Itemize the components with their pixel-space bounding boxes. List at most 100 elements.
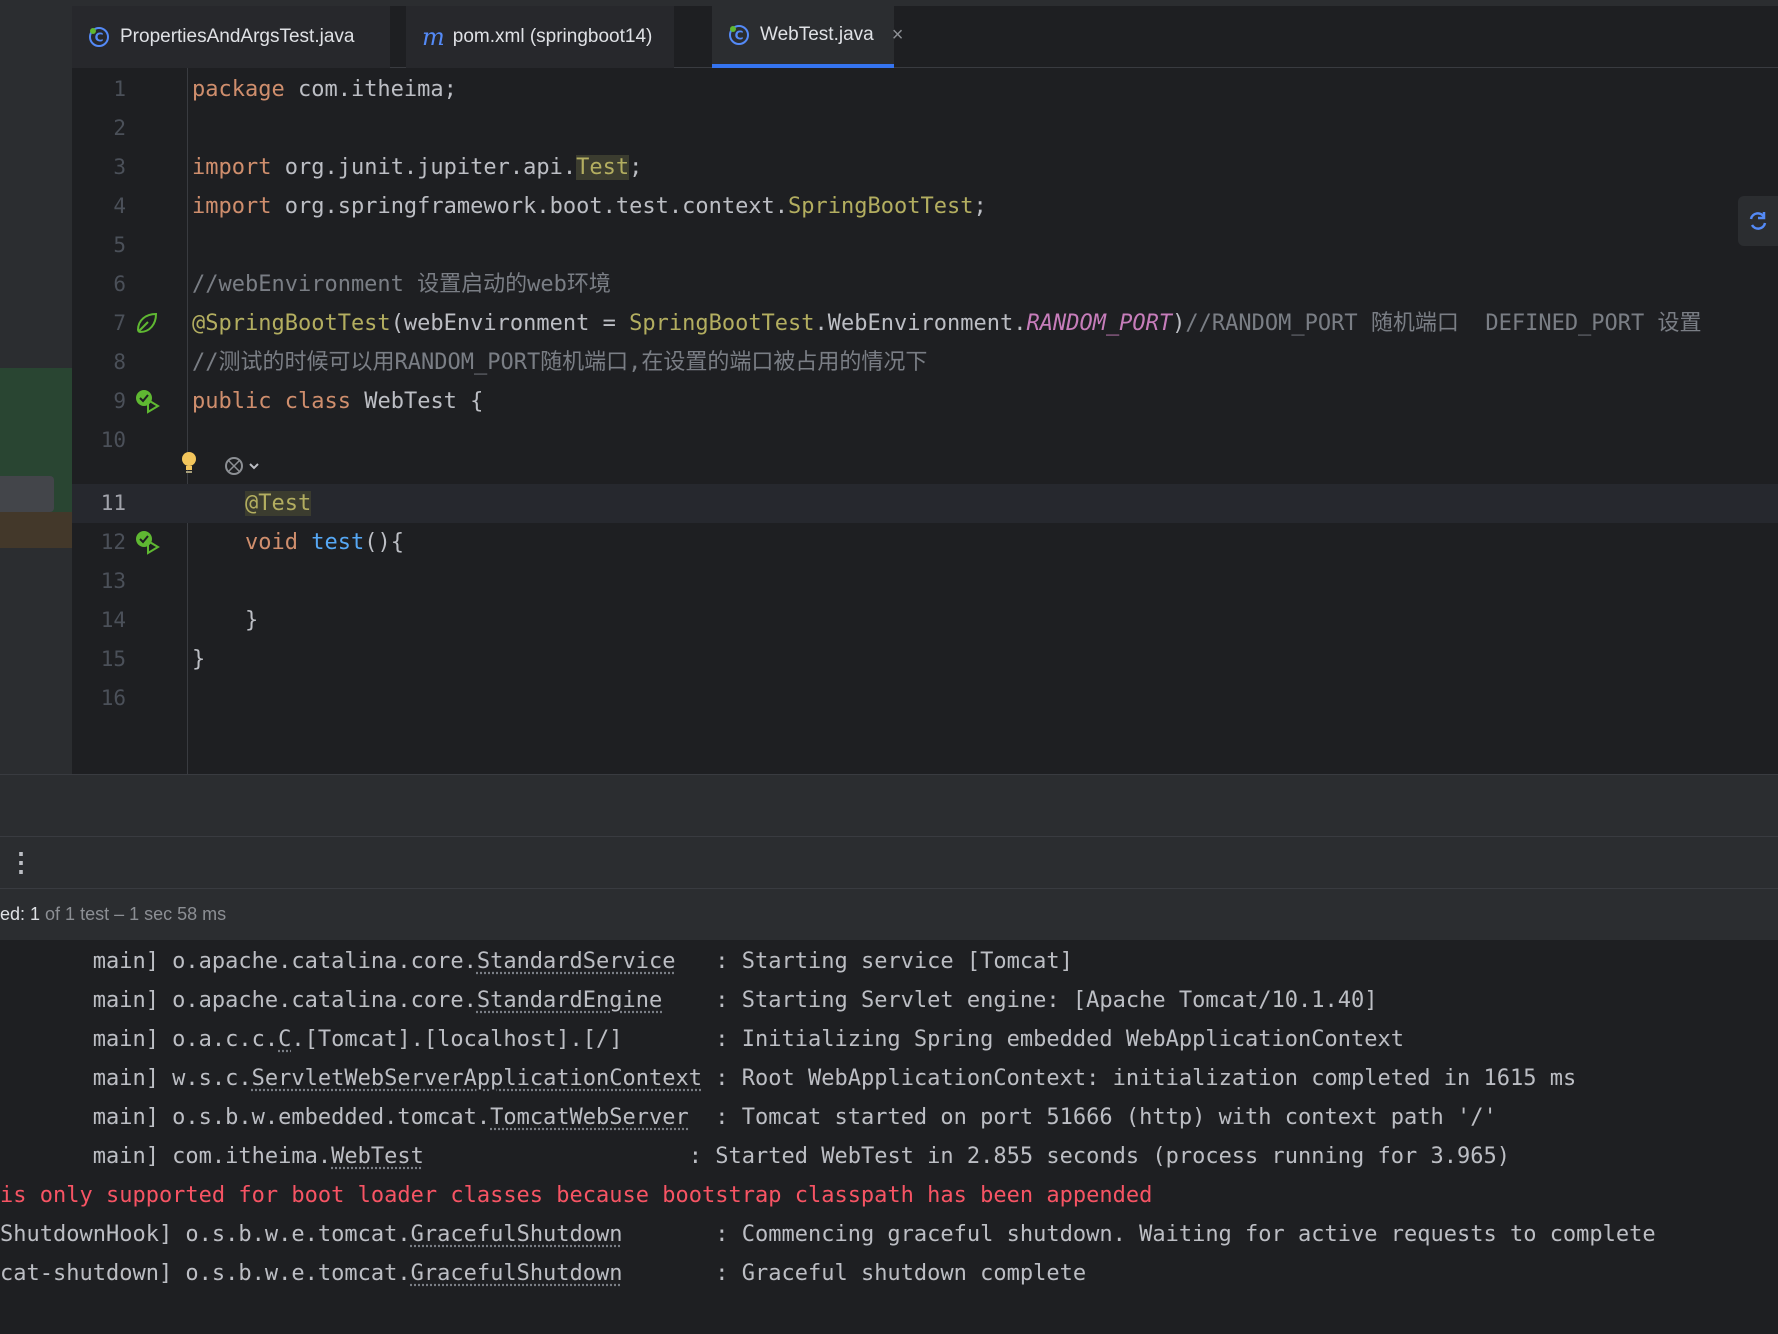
ai-actions-icon[interactable] [224, 454, 264, 483]
passed-count: 1 [30, 904, 41, 924]
keyword: import [192, 194, 272, 219]
line-number: 6 [113, 272, 126, 296]
keyword: class [284, 389, 351, 414]
lightbulb-icon[interactable] [178, 450, 200, 481]
tool-window-header [0, 774, 1778, 836]
keyword: public [192, 389, 272, 414]
spring-bean-icon[interactable] [134, 310, 160, 336]
comment: //webEnvironment 设置启动的web环境 [192, 272, 611, 297]
tab-properties-and-args-test[interactable]: C PropertiesAndArgsTest.java [72, 6, 390, 68]
tab-webtest[interactable]: C WebTest.java × [712, 6, 903, 68]
comment: //RANDOM_PORT 随机端口 DEFINED_PORT 设置 [1185, 311, 1702, 336]
code-line[interactable]: 15 } [72, 640, 1778, 679]
code-line-current[interactable]: 11 @Test [72, 484, 1778, 523]
package-name: com.itheima; [284, 77, 457, 102]
class-link[interactable]: WebTest [331, 1144, 424, 1169]
line-number: 16 [100, 686, 126, 710]
line-number: 8 [113, 350, 126, 374]
run-test-passed-icon[interactable] [134, 529, 160, 555]
comment: //测试的时候可以用RANDOM_PORT随机端口,在设置的端口被占用的情况下 [192, 350, 928, 375]
keyword: package [192, 77, 285, 102]
line-number: 2 [113, 116, 126, 140]
line-number: 15 [100, 647, 126, 671]
code-line[interactable]: 8 //测试的时候可以用RANDOM_PORT随机端口,在设置的端口被占用的情况… [72, 343, 1778, 382]
project-panel-edge[interactable] [0, 6, 72, 774]
console-output[interactable]: main] o.apache.catalina.core.StandardSer… [0, 940, 1778, 1334]
svg-text:C: C [735, 29, 744, 43]
java-class-icon: C [88, 26, 110, 48]
line-number: 3 [113, 155, 126, 179]
console-error-line: is only supported for boot loader classe… [0, 1183, 1153, 1208]
tab-pom-xml[interactable]: m pom.xml (springboot14) [406, 6, 674, 68]
class-link[interactable]: TomcatWebServer [490, 1105, 689, 1130]
console-line: main] com.itheima.WebTest : Started WebT… [0, 1144, 1510, 1169]
tab-label: WebTest.java [760, 24, 874, 45]
status-prefix: ed: [0, 904, 31, 924]
close-icon[interactable]: × [892, 24, 904, 47]
console-line: main] o.a.c.c.C.[Tomcat].[localhost].[/]… [0, 1027, 1404, 1052]
line-number: 14 [100, 608, 126, 632]
code-line[interactable]: 2 [72, 109, 1778, 148]
console-line: main] o.apache.catalina.core.StandardEng… [0, 988, 1378, 1013]
import-class: SpringBootTest [788, 194, 974, 219]
console-line: cat-shutdown] o.s.b.w.e.tomcat.GracefulS… [0, 1261, 1087, 1286]
class-link[interactable]: StandardService [477, 949, 676, 974]
code-line[interactable]: 6 //webEnvironment 设置启动的web环境 [72, 265, 1778, 304]
code-editor[interactable]: 1 package com.itheima; 2 3 import org.ju… [72, 68, 1778, 774]
editor-tab-bar: C PropertiesAndArgsTest.java m pom.xml (… [72, 6, 1778, 68]
tab-label: pom.xml (springboot14) [452, 26, 653, 47]
run-test-passed-icon[interactable] [134, 388, 160, 414]
java-class-icon: C [728, 24, 750, 46]
line-number: 12 [100, 530, 126, 554]
code-line[interactable]: 13 [72, 562, 1778, 601]
code-line[interactable]: 14 } [72, 601, 1778, 640]
sync-icon[interactable] [1738, 196, 1778, 246]
code-line[interactable]: 1 package com.itheima; [72, 70, 1778, 109]
console-line: main] o.apache.catalina.core.StandardSer… [0, 949, 1073, 974]
annotation: @Test [244, 491, 312, 516]
line-number: 4 [113, 194, 126, 218]
line-number: 5 [113, 233, 126, 257]
brace: } [244, 608, 259, 633]
code-line[interactable]: 3 import org.junit.jupiter.api.Test; [72, 148, 1778, 187]
line-number: 11 [100, 491, 126, 515]
code-line[interactable]: 4 import org.springframework.boot.test.c… [72, 187, 1778, 226]
import-class: Test [576, 155, 630, 180]
project-tree-modified-item[interactable] [0, 512, 72, 548]
class-link[interactable]: StandardEngine [477, 988, 662, 1013]
code-line[interactable]: 9 public class WebTest { [72, 382, 1778, 421]
status-summary: of 1 test – 1 sec 58 ms [40, 904, 227, 924]
console-line: ShutdownHook] o.s.b.w.e.tomcat.GracefulS… [0, 1222, 1656, 1247]
brace: } [192, 647, 206, 672]
method-name: test [311, 530, 365, 555]
more-options-icon[interactable]: ⋮ [8, 847, 34, 878]
inlay-hints [72, 448, 472, 478]
project-tree-selected-item[interactable] [0, 476, 54, 512]
semicolon: ; [629, 155, 643, 180]
keyword: void [244, 530, 298, 555]
code-line[interactable]: 5 [72, 226, 1778, 265]
code-text: (webEnvironment = [390, 311, 630, 336]
class-link[interactable]: GracefulShutdown [411, 1261, 623, 1286]
line-number: 1 [113, 77, 126, 101]
class-name: WebTest { [350, 389, 484, 414]
semicolon: ; [973, 194, 987, 219]
code-text: (){ [364, 530, 404, 555]
keyword: import [192, 155, 272, 180]
console-line: main] w.s.c.ServletWebServerApplicationC… [0, 1066, 1577, 1091]
class-link[interactable]: ServletWebServerApplicationContext [252, 1066, 702, 1091]
code-line[interactable]: 12 void test(){ [72, 523, 1778, 562]
line-number: 9 [113, 389, 126, 413]
line-number: 13 [100, 569, 126, 593]
class-link[interactable]: GracefulShutdown [411, 1222, 623, 1247]
maven-icon: m [422, 23, 445, 51]
class-link[interactable]: C [278, 1027, 291, 1052]
code-line[interactable]: 7 @SpringBootTest(webEnvironment = Sprin… [72, 304, 1778, 343]
tab-label: PropertiesAndArgsTest.java [120, 26, 355, 47]
code-line[interactable]: 16 [72, 679, 1778, 718]
import-path: org.springframework.boot.test.context. [271, 194, 789, 219]
import-path: org.junit.jupiter.api. [271, 155, 577, 180]
test-status-bar: ed: 1 of 1 test – 1 sec 58 ms [0, 888, 1778, 940]
annotation: @SpringBootTest [192, 311, 391, 336]
console-line: main] o.s.b.w.embedded.tomcat.TomcatWebS… [0, 1105, 1497, 1130]
